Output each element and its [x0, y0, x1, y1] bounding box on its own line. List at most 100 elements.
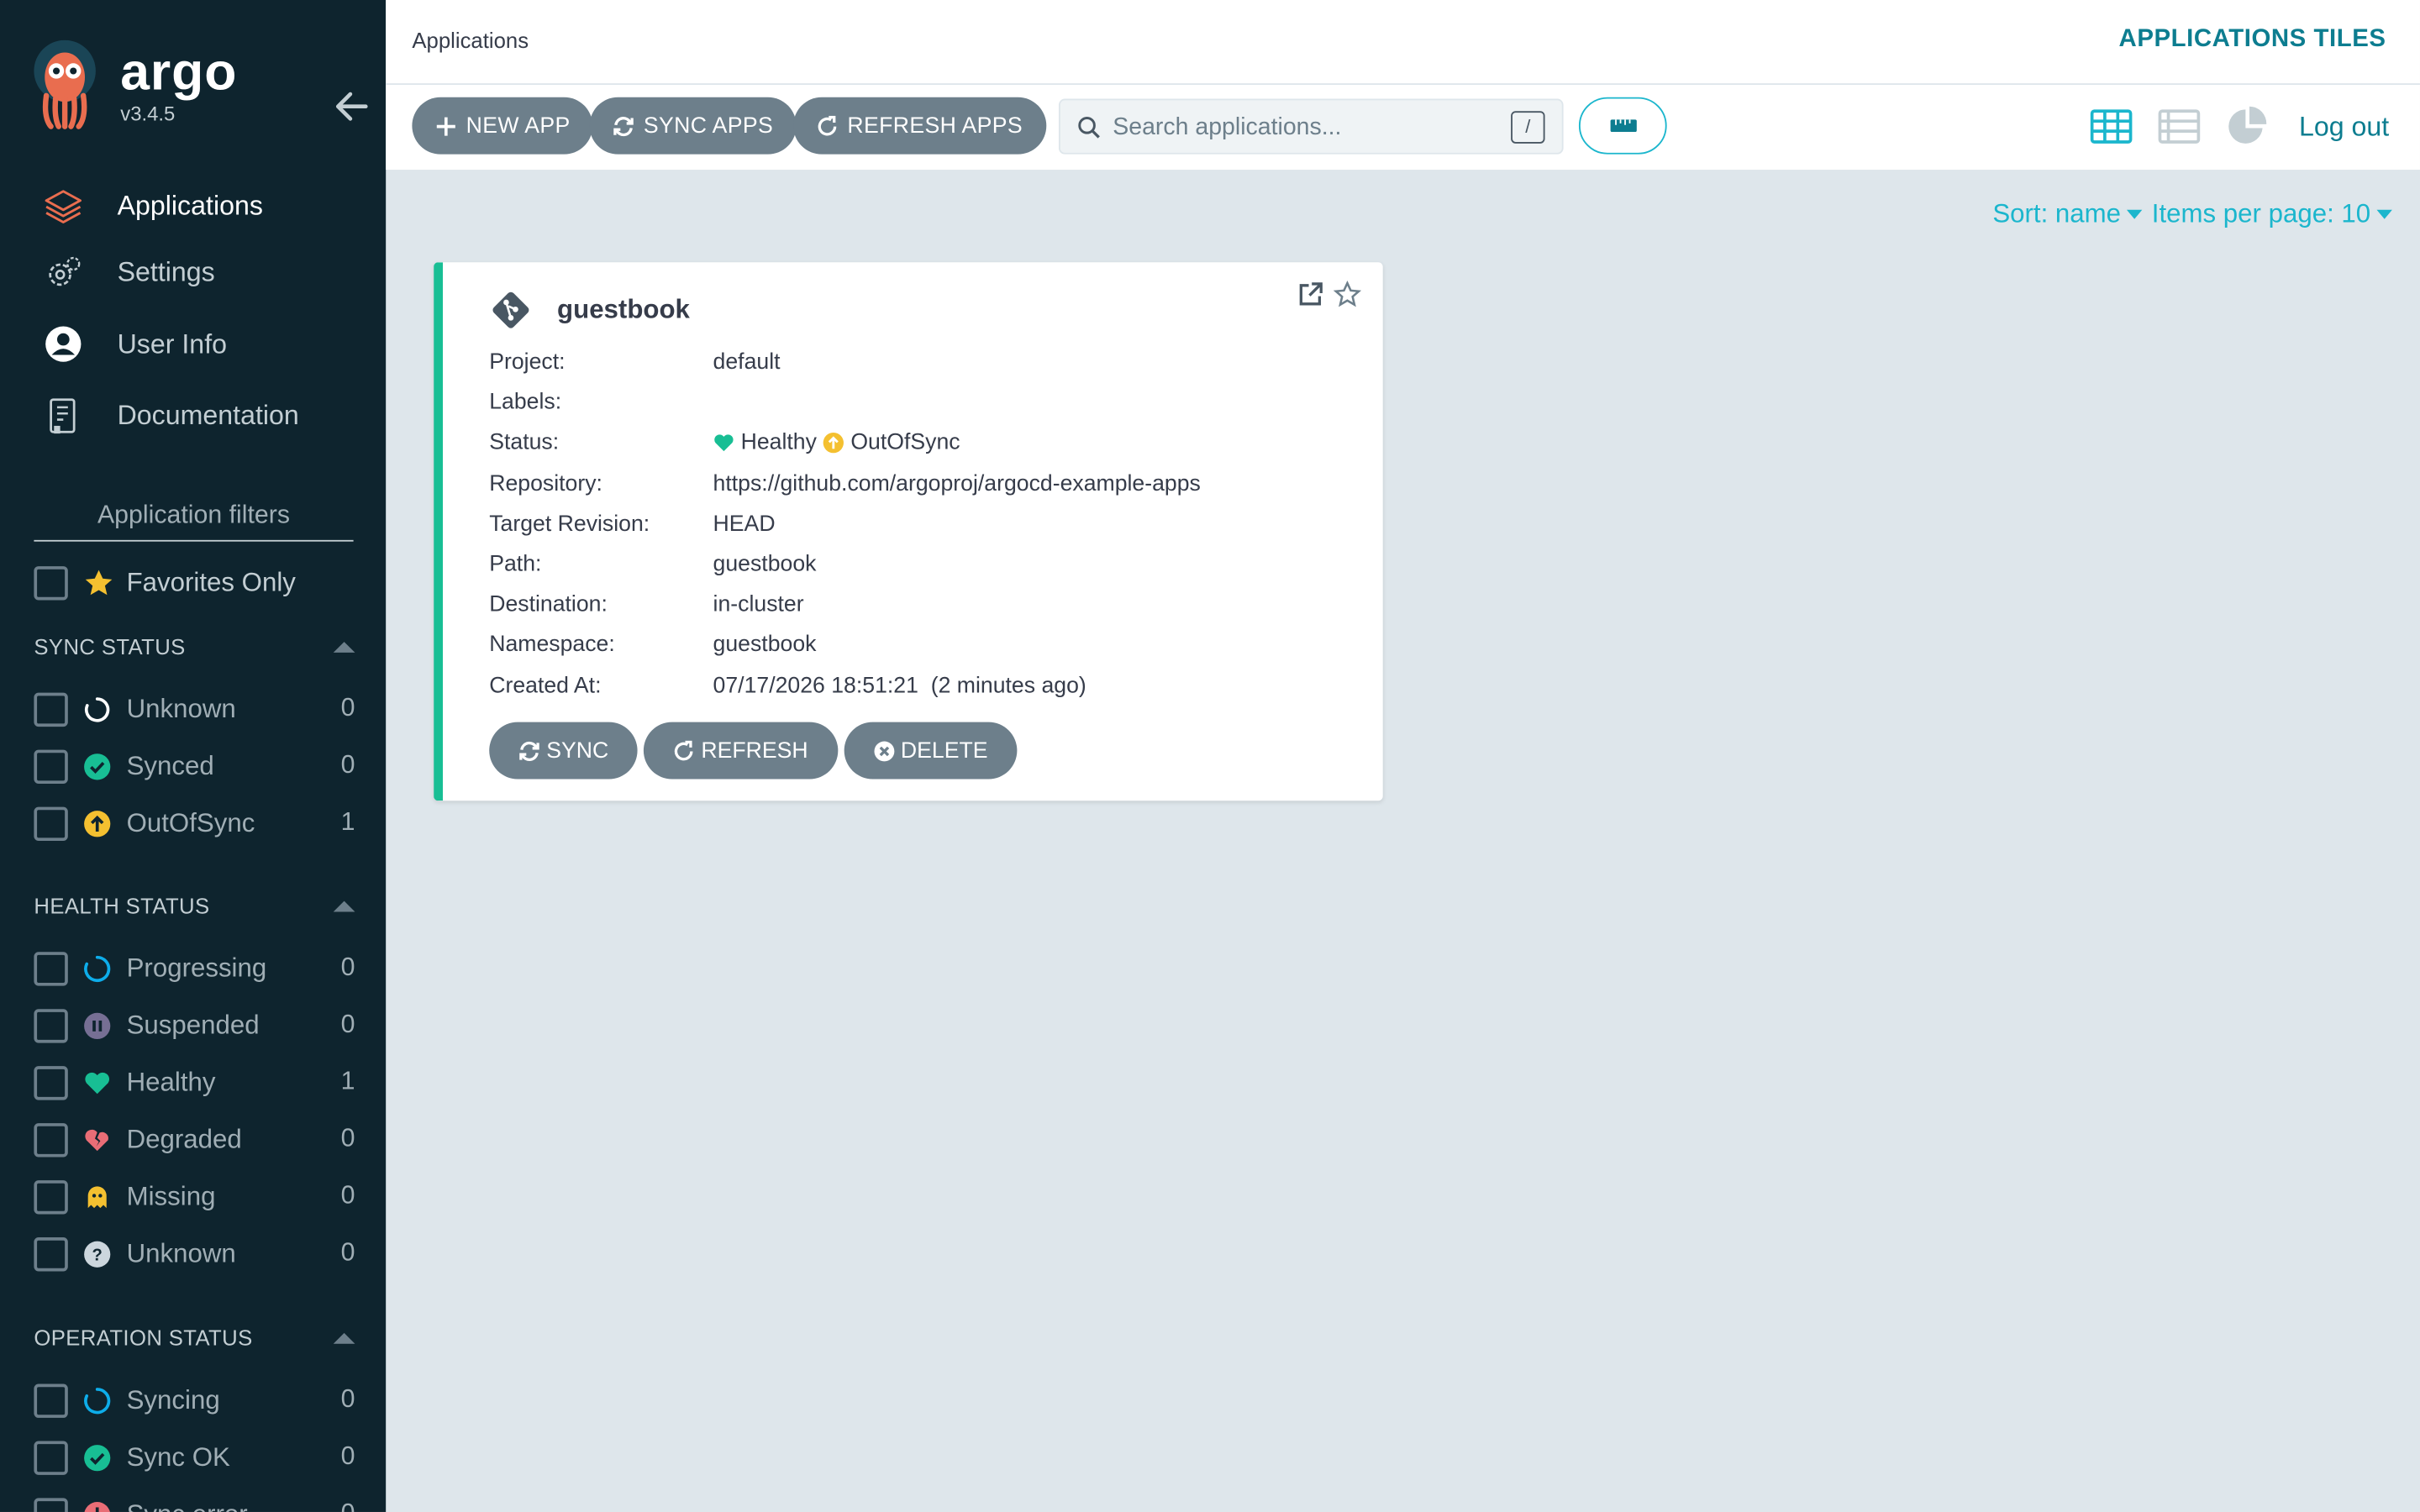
caret-up-icon — [333, 641, 355, 653]
pie-chart-view-icon[interactable] — [2225, 105, 2268, 148]
filter-count: 0 — [340, 1181, 355, 1210]
filter-checkbox[interactable] — [34, 1497, 68, 1512]
filter-checkbox[interactable] — [34, 1008, 68, 1042]
app-tile-guestbook[interactable]: guestbook Project: default Labels: Statu… — [434, 262, 1383, 801]
filter-label: Missing — [126, 1180, 216, 1210]
nav-item-user-info[interactable]: User Info — [0, 306, 386, 383]
collapse-sidebar-arrow-icon[interactable] — [334, 90, 371, 123]
filter-checkbox[interactable] — [34, 806, 68, 841]
health-status-header[interactable]: HEALTH STATUS — [34, 890, 355, 921]
favorites-checkbox[interactable] — [34, 566, 68, 601]
git-icon — [492, 291, 529, 328]
list-view-icon[interactable] — [2157, 105, 2200, 148]
field-value: default — [713, 350, 781, 375]
filter-checkbox[interactable] — [34, 1383, 68, 1418]
filter-count: 0 — [340, 1442, 355, 1471]
search-shortcut-hint: / — [1511, 111, 1545, 144]
filter-label: Healthy — [126, 1067, 216, 1096]
caret-up-icon — [333, 900, 355, 911]
filter-row-health-unknown[interactable]: ? Unknown 0 — [34, 1225, 355, 1282]
search-input[interactable] — [1113, 109, 1484, 147]
brand-name: argo — [120, 43, 238, 102]
filters-title: Application filters — [34, 501, 354, 542]
check-circle-icon — [83, 1443, 111, 1471]
filter-row-health-progressing[interactable]: Progressing 0 — [34, 940, 355, 997]
circle-notch-icon — [83, 695, 111, 722]
breadcrumb[interactable]: Applications — [412, 28, 529, 52]
plus-icon — [436, 116, 455, 135]
close-circle-icon — [873, 740, 894, 761]
star-outline-icon[interactable] — [1333, 281, 1361, 308]
pause-circle-icon — [83, 1011, 111, 1039]
refresh-button[interactable]: REFRESH — [644, 722, 838, 780]
filter-checkbox[interactable] — [34, 1179, 68, 1214]
sync-apps-label: SYNC APPS — [643, 113, 774, 139]
field-namespace: Namespace: guestbook — [489, 625, 1354, 665]
filter-row-health-healthy[interactable]: Healthy 1 — [34, 1053, 355, 1110]
filter-count: 1 — [340, 1067, 355, 1096]
nav-item-applications[interactable]: Applications — [0, 173, 386, 239]
sync-status-header[interactable]: SYNC STATUS — [34, 631, 355, 662]
refresh-icon — [818, 115, 837, 135]
tiles-view-icon[interactable] — [2089, 105, 2132, 148]
filter-checkbox[interactable] — [34, 1122, 68, 1157]
filter-checkbox[interactable] — [34, 691, 68, 727]
filter-row-op-syncing[interactable]: Syncing 0 — [34, 1372, 355, 1429]
filter-count: 0 — [340, 751, 355, 780]
external-link-icon[interactable] — [1297, 281, 1324, 308]
filter-checkbox[interactable] — [34, 1236, 68, 1271]
check-circle-icon — [83, 752, 111, 780]
caret-down-icon — [2127, 209, 2143, 219]
sync-apps-button[interactable]: SYNC APPS — [589, 97, 797, 155]
filter-checkbox[interactable] — [34, 748, 68, 784]
app-tile-actions — [1287, 281, 1361, 308]
sync-status: OutOfSync — [823, 431, 960, 456]
heart-icon — [83, 1068, 111, 1096]
star-icon — [85, 570, 113, 596]
ruler-filter-button[interactable] — [1578, 97, 1667, 155]
filter-row-op-sync-ok[interactable]: Sync OK 0 — [34, 1429, 355, 1486]
book-icon — [43, 396, 83, 436]
filter-row-sync-synced[interactable]: Synced 0 — [34, 738, 355, 795]
filter-row-health-degraded[interactable]: Degraded 0 — [34, 1110, 355, 1168]
favorites-filter[interactable]: Favorites Only — [34, 562, 296, 605]
sync-button-label: SYNC — [546, 738, 609, 764]
sync-button[interactable]: SYNC — [489, 722, 639, 780]
sort-label: Sort: name — [1992, 198, 2122, 228]
items-per-page-dropdown[interactable]: Items per page: 10 — [2152, 199, 2392, 230]
field-key: Namespace: — [489, 633, 615, 659]
svg-text:?: ? — [92, 1246, 103, 1264]
health-status-filter: HEALTH STATUS Progressing 0 Suspended 0 — [34, 890, 355, 1283]
app-tile-header: guestbook — [489, 287, 690, 333]
filter-row-sync-unknown[interactable]: Unknown 0 — [34, 680, 355, 738]
logout-link[interactable]: Log out — [2299, 110, 2389, 143]
delete-button[interactable]: DELETE — [843, 722, 1018, 780]
operation-status-header[interactable]: OPERATION STATUS — [34, 1322, 355, 1353]
filter-checkbox[interactable] — [34, 1440, 68, 1474]
filter-row-op-sync-error[interactable]: Sync error 0 — [34, 1486, 355, 1512]
field-key: Target Revision: — [489, 512, 650, 537]
field-value: in-cluster — [713, 592, 804, 618]
refresh-apps-button[interactable]: REFRESH APPS — [793, 97, 1046, 155]
caret-down-icon — [2376, 209, 2392, 219]
nav-item-documentation[interactable]: Documentation — [0, 383, 386, 449]
new-app-label: NEW APP — [466, 113, 571, 139]
filter-label: Sync OK — [126, 1441, 230, 1472]
refresh-icon — [675, 739, 694, 760]
new-app-button[interactable]: NEW APP — [412, 97, 594, 155]
filter-label: Progressing — [126, 953, 267, 983]
favorites-label: Favorites Only — [126, 567, 296, 597]
field-key: Destination: — [489, 592, 608, 618]
heart-icon — [714, 435, 734, 452]
sort-dropdown[interactable]: Sort: name — [1992, 198, 2143, 230]
search-box: / — [1058, 98, 1564, 155]
section-title: HEALTH STATUS — [34, 893, 210, 918]
filter-checkbox[interactable] — [34, 951, 68, 985]
gear-icon — [43, 252, 83, 292]
filter-row-health-suspended[interactable]: Suspended 0 — [34, 997, 355, 1054]
nav-item-settings[interactable]: Settings — [0, 239, 386, 306]
filter-checkbox[interactable] — [34, 1065, 68, 1100]
filter-row-health-missing[interactable]: Missing 0 — [34, 1168, 355, 1225]
question-circle-icon: ? — [83, 1240, 111, 1268]
filter-row-sync-outofsync[interactable]: OutOfSync 1 — [34, 795, 355, 852]
